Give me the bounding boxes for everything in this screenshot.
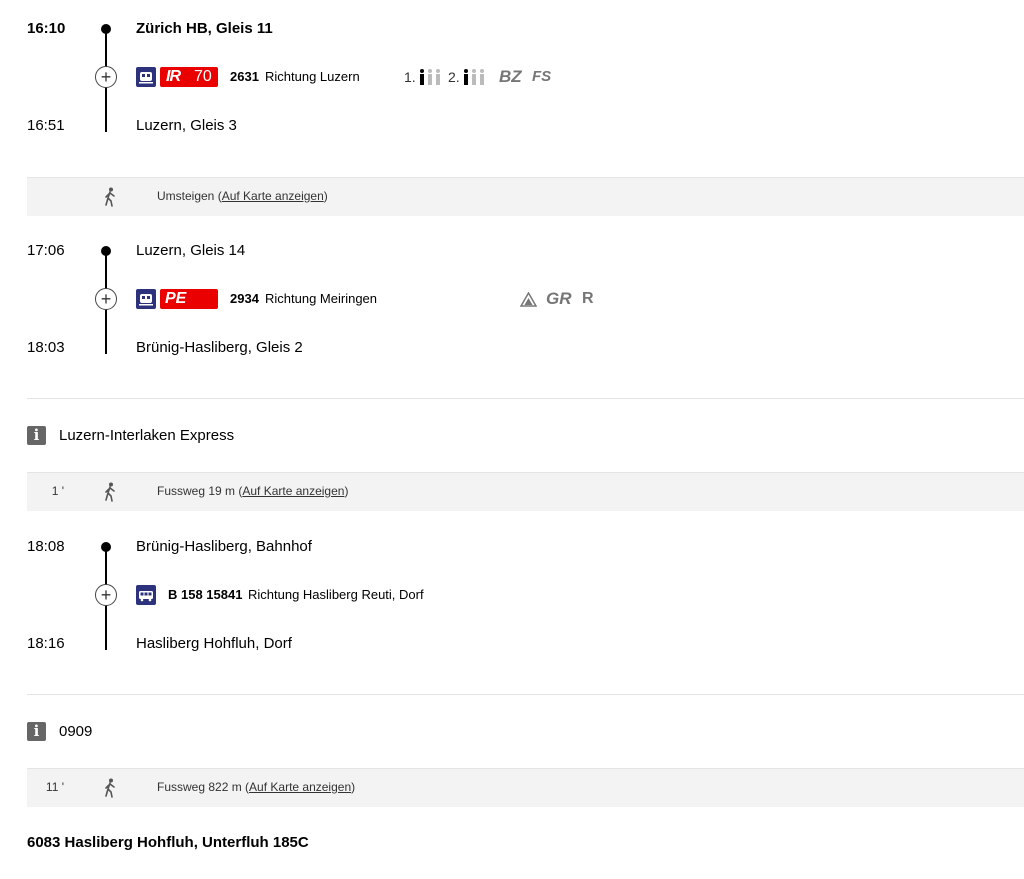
walking-icon	[105, 778, 115, 798]
transfer-text: Fussweg 19 m (Auf Karte anzeigen)	[157, 484, 348, 498]
departure-time: 18:08	[27, 538, 65, 555]
transfer-label: Fussweg 822 m (	[157, 780, 250, 794]
expand-stops-button[interactable]: +	[95, 66, 117, 88]
stop-dot	[101, 246, 111, 256]
transfer-row: 1 ' Fussweg 19 m (Auf Karte anzeigen)	[27, 472, 1024, 511]
show-map-link[interactable]: Auf Karte anzeigen	[249, 780, 351, 794]
train-product-badge: IR 70	[160, 67, 218, 87]
expand-stops-button[interactable]: +	[95, 288, 117, 310]
occupancy-second-class-icon	[464, 69, 484, 85]
divider	[27, 398, 1024, 399]
arrival-stop: Luzern, Gleis 3	[136, 117, 237, 134]
train-direction: Richtung Meiringen	[265, 291, 378, 306]
arrival-time: 18:03	[27, 339, 65, 356]
transfer-row: Umsteigen (Auf Karte anzeigen)	[27, 177, 1024, 216]
transfer-paren: )	[344, 484, 349, 498]
departure-time: 17:06	[27, 242, 65, 259]
train-line: 70	[194, 68, 212, 85]
stop-dot	[101, 24, 111, 34]
bus-icon	[136, 585, 156, 605]
train-number: 2934	[230, 291, 259, 306]
occupancy-first-class-icon	[420, 69, 440, 85]
bus-direction: Richtung Hasliberg Reuti, Dorf	[248, 587, 424, 602]
attribute-gr: GR	[546, 289, 572, 308]
transfer-duration: 1 '	[51, 484, 64, 498]
train-number: 2631	[230, 69, 259, 84]
arrival-time: 18:16	[27, 635, 65, 652]
bus-number: B 158 15841	[168, 587, 243, 602]
second-class-label: 2.	[448, 69, 460, 85]
transfer-text: Umsteigen (Auf Karte anzeigen)	[157, 189, 328, 203]
info-text: 0909	[59, 723, 93, 740]
transfer-duration: 11 '	[45, 780, 64, 794]
departure-stop: Zürich HB, Gleis 11	[136, 20, 273, 37]
departure-stop: Brünig-Hasliberg, Bahnhof	[136, 538, 312, 555]
arrival-stop: Hasliberg Hohfluh, Dorf	[136, 635, 292, 652]
train-product-badge: PE	[160, 289, 218, 309]
info-icon: i	[27, 722, 46, 741]
info-text: Luzern-Interlaken Express	[59, 427, 235, 444]
departure-time: 16:10	[27, 20, 66, 37]
train-category: IR	[166, 68, 181, 85]
expand-stops-button[interactable]: +	[95, 584, 117, 606]
transfer-label: Fussweg 19 m (	[157, 484, 243, 498]
divider	[27, 694, 1024, 695]
stop-dot	[101, 542, 111, 552]
departure-stop: Luzern, Gleis 14	[136, 242, 246, 259]
transfer-text: Fussweg 822 m (Auf Karte anzeigen)	[157, 780, 355, 794]
transfer-row: 11 ' Fussweg 822 m (Auf Karte anzeigen)	[27, 768, 1024, 807]
transfer-paren: )	[351, 780, 356, 794]
attribute-fs: FS	[532, 68, 552, 85]
info-icon: i	[27, 426, 46, 445]
train-icon	[136, 67, 156, 87]
train-icon	[136, 289, 156, 309]
train-direction: Richtung Luzern	[265, 69, 360, 84]
attribute-r: R	[582, 290, 594, 307]
walking-icon	[105, 482, 115, 502]
panorama-icon	[520, 292, 537, 307]
walking-icon	[105, 187, 115, 207]
arrival-stop: Brünig-Hasliberg, Gleis 2	[136, 339, 303, 356]
show-map-link[interactable]: Auf Karte anzeigen	[242, 484, 344, 498]
show-map-link[interactable]: Auf Karte anzeigen	[222, 189, 324, 203]
attribute-bz: BZ	[499, 67, 522, 86]
transfer-label: Umsteigen (	[157, 189, 222, 203]
transfer-paren: )	[323, 189, 328, 203]
arrival-time: 16:51	[27, 117, 65, 134]
first-class-label: 1.	[404, 69, 416, 85]
train-category: PE	[165, 290, 187, 307]
destination-address: 6083 Hasliberg Hohfluh, Unterfluh 185C	[27, 834, 309, 851]
